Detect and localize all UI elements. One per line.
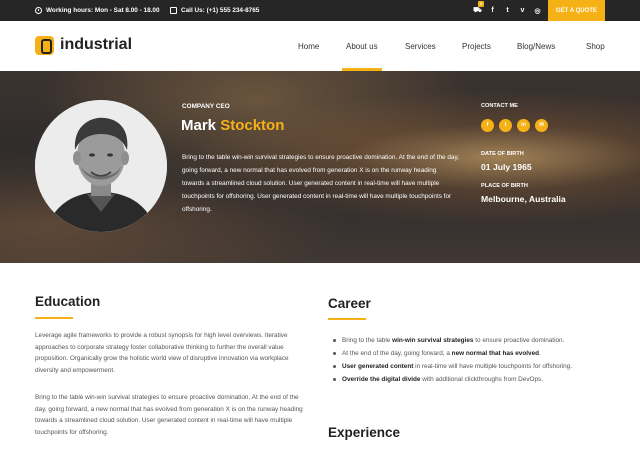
nav-about-us[interactable]: About us [342, 21, 382, 71]
vimeo-icon[interactable]: v [515, 7, 530, 14]
twitter-icon[interactable]: t [500, 7, 515, 14]
career-list: Bring to the table win-win survival stra… [332, 334, 612, 386]
birth-place: Melbourne, Australia [481, 194, 566, 204]
contact-icons: f t in ✉ [481, 119, 553, 132]
profile-bio: Bring to the table win-win survival stra… [182, 154, 459, 213]
profile-first-name: Mark [181, 117, 217, 134]
nav-home[interactable]: Home [298, 21, 319, 71]
profile-role: COMPANY CEO [182, 103, 230, 110]
career-item-text: to ensure proactive domination. [473, 337, 565, 344]
list-item: User generated content in real-time will… [332, 360, 612, 373]
working-hours-text: Working hours: Mon - Sat 8.00 - 18.00 [46, 7, 160, 14]
main-nav: Home About us Services Projects Blog/New… [0, 21, 640, 71]
contact-label: CONTACT ME [481, 103, 518, 109]
career-item-highlight: win-win survival strategies [392, 337, 474, 344]
nav-projects[interactable]: Projects [462, 21, 491, 71]
get-a-quote-button[interactable]: GET A QUOTE [548, 0, 605, 21]
phone-contact[interactable]: Call Us: (+1) 555 234-8765 [170, 0, 259, 21]
topbar-icons: ⛟0 f t v ◎ ⌕ [470, 0, 560, 21]
birth-place-label: PLACE OF BIRTH [481, 183, 528, 189]
facebook-icon[interactable]: f [485, 7, 500, 14]
cart-icon[interactable]: ⛟ 0 [470, 1, 485, 15]
phone-icon [170, 7, 177, 14]
linkedin-icon[interactable]: in [517, 119, 530, 132]
phone-text: Call Us: (+1) 555 234-8765 [181, 7, 260, 14]
instagram-icon[interactable]: ◎ [530, 7, 545, 15]
twitter-icon[interactable]: t [499, 119, 512, 132]
avatar [35, 100, 167, 232]
career-item-highlight: User generated content [342, 363, 414, 370]
education-title: Education [35, 294, 101, 309]
career-underline [328, 318, 366, 320]
education-paragraph-1: Leverage agile frameworks to provide a r… [35, 332, 289, 374]
experience-title: Experience [328, 425, 401, 440]
working-hours: Working hours: Mon - Sat 8.00 - 18.00 [35, 0, 160, 21]
list-item: Bring to the table win-win survival stra… [332, 334, 612, 347]
list-item: At the end of the day, going forward, a … [332, 347, 612, 360]
education-underline [35, 317, 73, 319]
top-bar: Working hours: Mon - Sat 8.00 - 18.00 Ca… [0, 0, 640, 21]
education-paragraph-2: Bring to the table win-win survival stra… [35, 394, 303, 436]
nav-blog-news[interactable]: Blog/News [517, 21, 555, 71]
profile-name: Mark Stockton [181, 117, 284, 134]
birth-date-label: DATE OF BIRTH [481, 151, 524, 157]
list-item: Override the digital divide with additio… [332, 373, 612, 386]
career-item-text: Bring to the table [342, 337, 393, 344]
career-item-text: . [539, 350, 541, 357]
career-title: Career [328, 296, 371, 311]
profile-last-name: Stockton [220, 117, 285, 134]
email-icon[interactable]: ✉ [535, 119, 548, 132]
facebook-icon[interactable]: f [481, 119, 494, 132]
nav-shop[interactable]: Shop [586, 21, 605, 71]
career-item-text: in real-time will have multiple touchpoi… [413, 363, 573, 370]
birth-date: 01 July 1965 [481, 162, 532, 172]
career-item-text: with additional clickthroughs from DevOp… [420, 376, 544, 383]
cart-badge: 0 [478, 1, 484, 7]
career-item-text: At the end of the day, going forward, a [342, 350, 452, 357]
nav-services[interactable]: Services [405, 21, 436, 71]
clock-icon [35, 7, 42, 14]
career-item-highlight: new normal that has evolved [451, 350, 540, 357]
career-item-highlight: Override the digital divide [342, 376, 421, 383]
